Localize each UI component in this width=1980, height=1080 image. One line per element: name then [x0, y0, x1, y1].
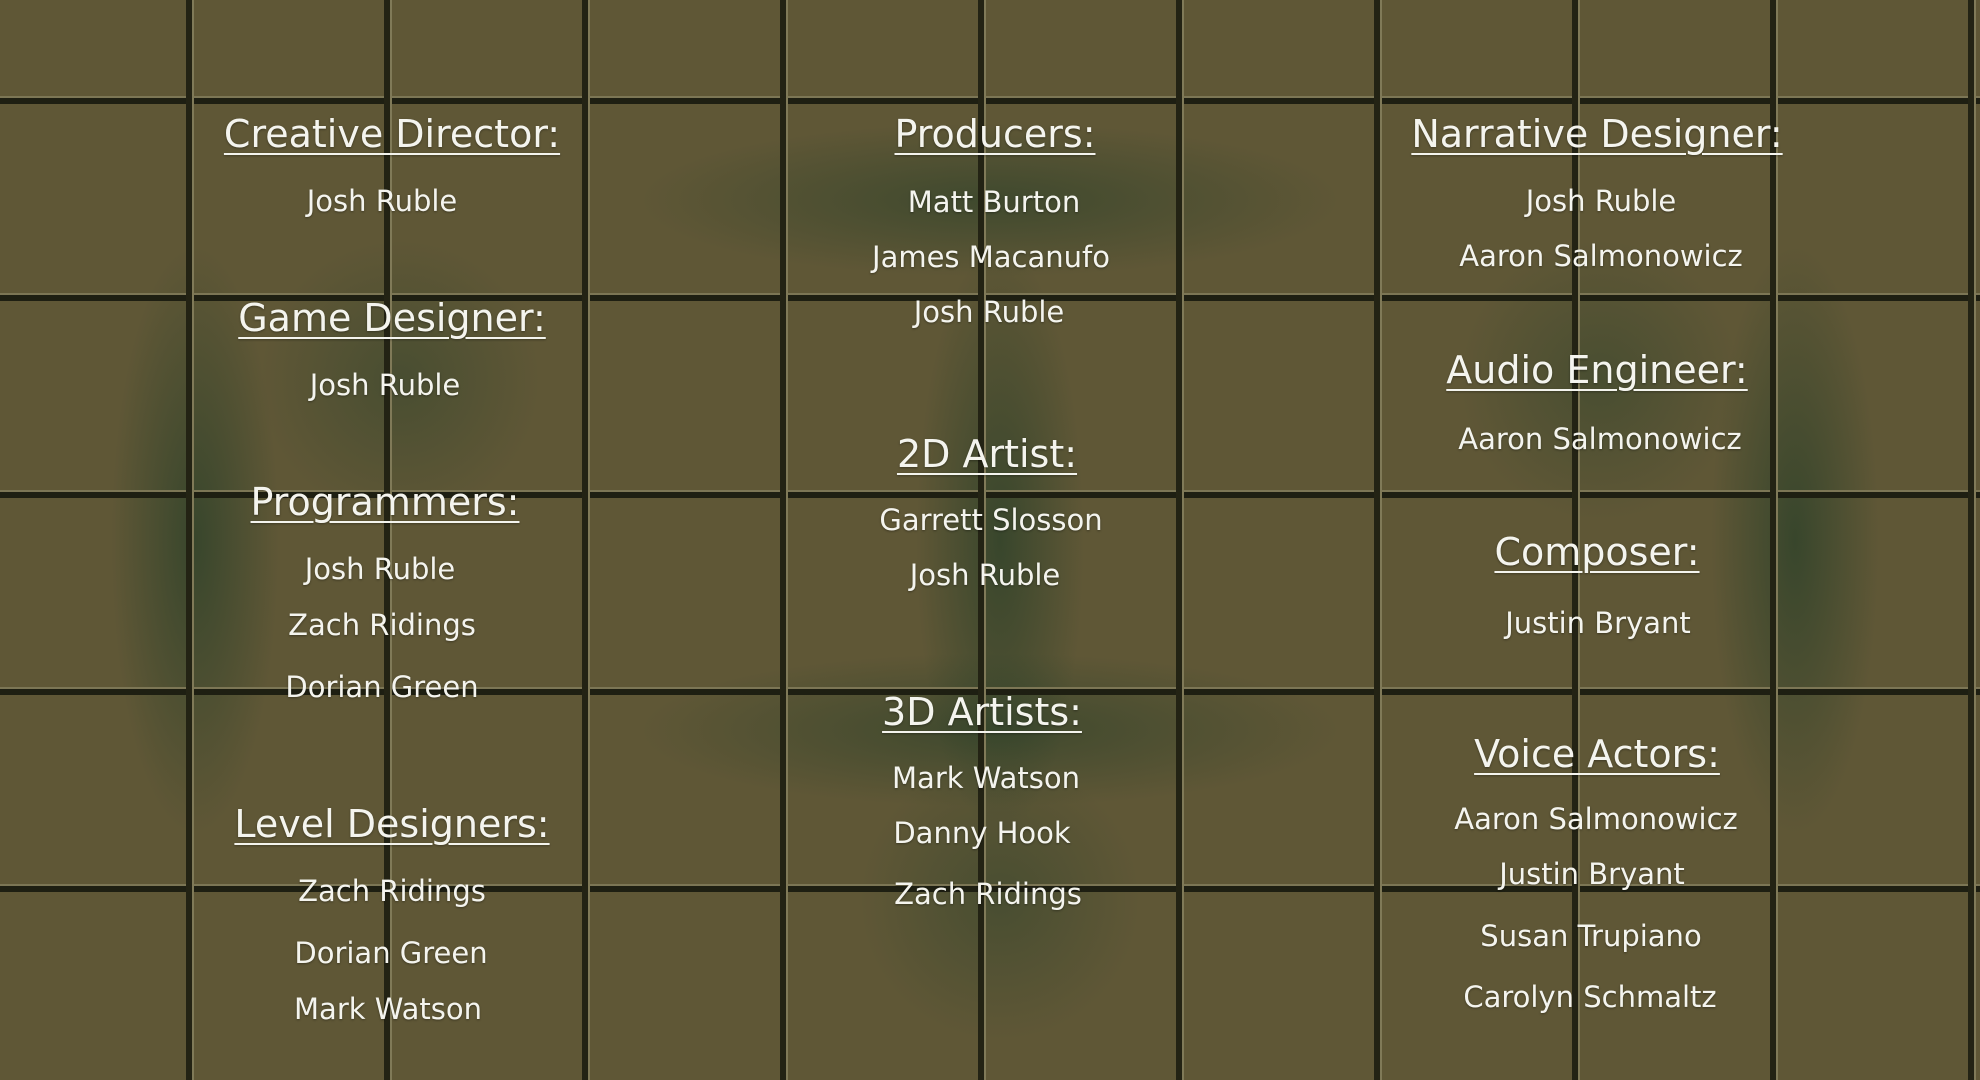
name-3d-artist-1: Mark Watson: [892, 761, 1080, 795]
credits-screen: Creative Director: Josh Ruble Game Desig…: [0, 0, 1980, 1080]
heading-level-designers: Level Designers:: [234, 802, 550, 846]
heading-creative-director: Creative Director:: [223, 112, 561, 156]
name-3d-artist-3: Zach Ridings: [894, 877, 1082, 911]
name-narrative-designer-1: Josh Ruble: [1525, 184, 1677, 218]
heading-narrative-designer: Narrative Designer:: [1411, 112, 1783, 156]
name-voice-actor-1: Aaron Salmonowicz: [1454, 802, 1738, 836]
name-programmer-3: Dorian Green: [285, 670, 479, 704]
name-level-designer-1: Zach Ridings: [298, 874, 486, 908]
name-voice-actor-2: Justin Bryant: [1499, 857, 1685, 891]
name-audio-engineer-1: Aaron Salmonowicz: [1458, 422, 1742, 456]
heading-audio-engineer: Audio Engineer:: [1446, 348, 1748, 392]
name-composer-1: Justin Bryant: [1505, 606, 1691, 640]
heading-composer: Composer:: [1494, 530, 1700, 574]
name-narrative-designer-2: Aaron Salmonowicz: [1459, 239, 1743, 273]
name-game-designer-1: Josh Ruble: [309, 368, 461, 402]
name-producer-2: James Macanufo: [872, 240, 1110, 274]
name-level-designer-3: Mark Watson: [294, 992, 482, 1026]
heading-3d-artists: 3D Artists:: [882, 690, 1082, 734]
name-2d-artist-2: Josh Ruble: [909, 558, 1061, 592]
heading-programmers: Programmers:: [250, 480, 520, 524]
heading-producers: Producers:: [894, 112, 1096, 156]
name-producer-1: Matt Burton: [907, 185, 1081, 219]
heading-game-designer: Game Designer:: [238, 296, 546, 340]
name-producer-3: Josh Ruble: [913, 295, 1065, 329]
name-level-designer-2: Dorian Green: [294, 936, 488, 970]
heading-2d-artist: 2D Artist:: [896, 432, 1078, 476]
heading-voice-actors: Voice Actors:: [1474, 732, 1720, 776]
name-programmer-1: Josh Ruble: [304, 552, 456, 586]
name-3d-artist-2: Danny Hook: [893, 816, 1071, 850]
name-creative-director-1: Josh Ruble: [306, 184, 458, 218]
name-programmer-2: Zach Ridings: [288, 608, 476, 642]
name-voice-actor-4: Carolyn Schmaltz: [1463, 980, 1717, 1014]
name-voice-actor-3: Susan Trupiano: [1480, 919, 1702, 953]
name-2d-artist-1: Garrett Slosson: [879, 503, 1103, 537]
